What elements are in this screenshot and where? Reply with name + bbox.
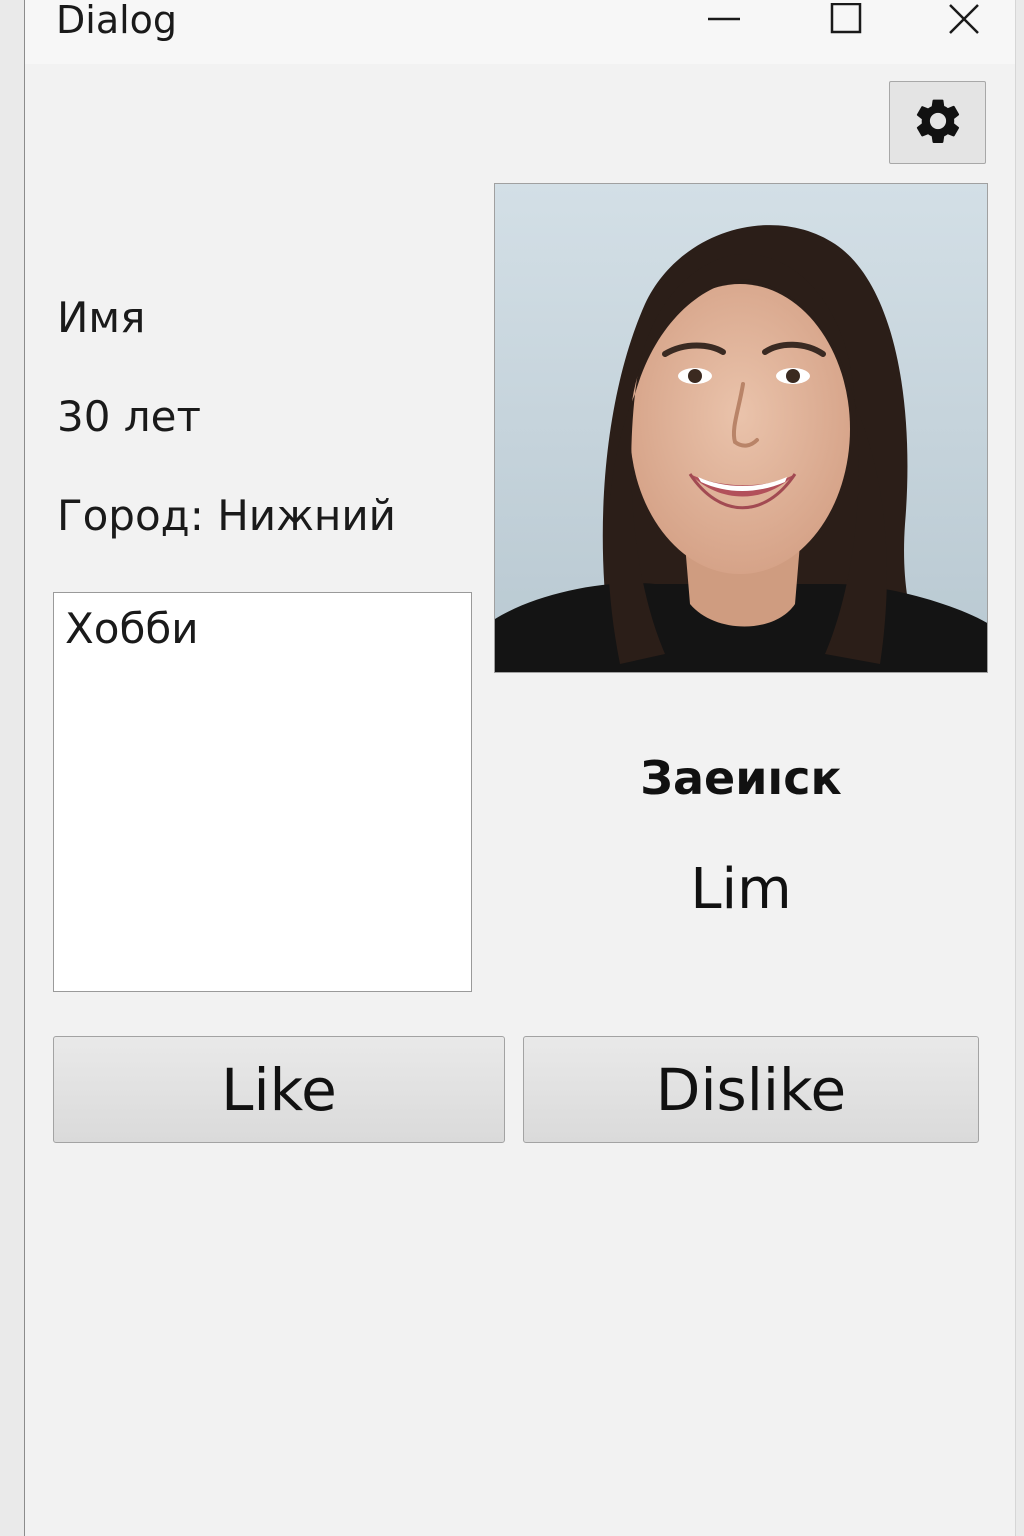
close-button[interactable] <box>924 0 1004 40</box>
like-button[interactable]: Like <box>53 1036 505 1143</box>
hobbies-text: Хобби <box>65 604 199 653</box>
portrait-image <box>495 184 987 672</box>
settings-button[interactable] <box>889 81 986 164</box>
hobbies-text-area[interactable]: Хобби <box>53 592 472 992</box>
name-label: Имя <box>57 293 146 342</box>
close-icon <box>947 3 981 37</box>
age-label: 30 лет <box>57 392 201 441</box>
minimize-button[interactable] <box>684 0 764 40</box>
minimize-icon <box>707 3 741 37</box>
city-label: Город: Нижний <box>57 491 396 540</box>
maximize-icon <box>829 3 863 37</box>
status-label: Заеиıск <box>640 751 842 805</box>
window-title: Dialog <box>56 0 178 42</box>
title-bar[interactable]: Dialog <box>25 0 1015 64</box>
gear-icon <box>911 94 965 152</box>
maximize-button[interactable] <box>806 0 886 40</box>
dislike-button[interactable]: Dislike <box>523 1036 979 1143</box>
dialog-window: Dialog Имя 30 лет Город: Нижний Хобби За… <box>24 0 1016 1536</box>
name-caption: Lim <box>690 857 792 922</box>
profile-photo <box>494 183 988 673</box>
